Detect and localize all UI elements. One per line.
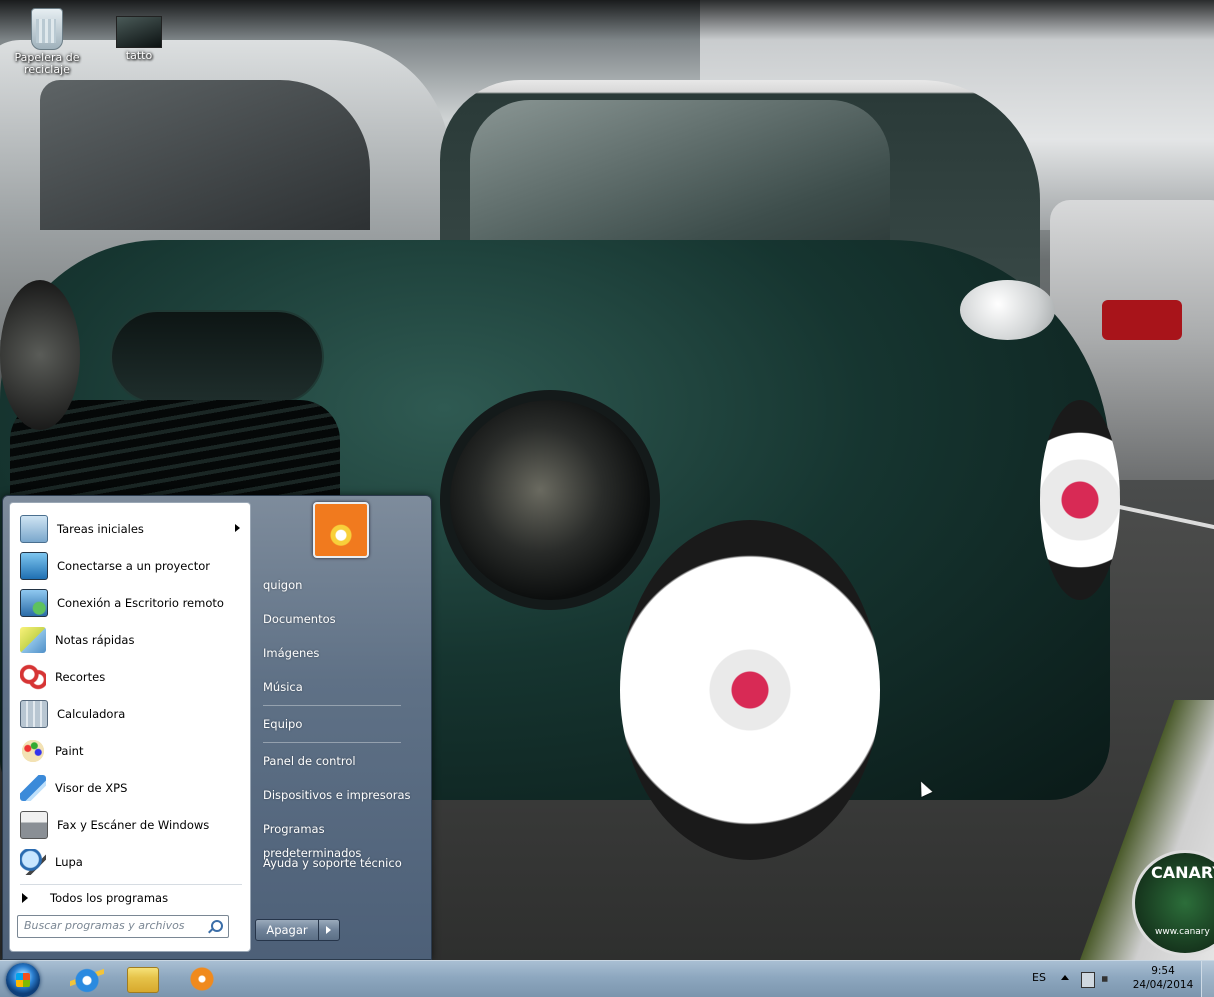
program-label: Tareas iniciales	[57, 522, 144, 536]
program-label: Paint	[55, 744, 84, 758]
fax-scanner-icon	[20, 811, 48, 839]
search-icon[interactable]	[211, 920, 223, 932]
image-file-icon	[116, 16, 162, 48]
program-item-calculadora[interactable]: Calculadora	[14, 697, 246, 731]
recycle-bin-icon	[31, 8, 63, 50]
volume-icon[interactable]	[1102, 972, 1114, 986]
all-programs-label: Todos los programas	[50, 891, 169, 905]
clock-date: 24/04/2014	[1132, 979, 1194, 991]
show-desktop-button[interactable]	[1201, 961, 1214, 997]
start-orb-icon[interactable]	[6, 963, 40, 997]
program-item-recortes[interactable]: Recortes	[14, 660, 246, 694]
remote-desktop-icon	[20, 589, 48, 617]
sticky-notes-icon	[20, 627, 46, 653]
program-item-visor-xps[interactable]: Visor de XPS	[14, 771, 246, 805]
program-label: Notas rápidas	[55, 633, 135, 647]
submenu-arrow-icon	[235, 524, 240, 532]
watermark-url: www.canary	[1155, 927, 1210, 937]
windows-explorer-icon[interactable]	[127, 967, 159, 993]
program-item-notas-rapidas[interactable]: Notas rápidas	[14, 623, 246, 657]
expand-arrow-icon	[22, 893, 28, 903]
program-label: Fax y Escáner de Windows	[57, 818, 210, 832]
program-label: Conexión a Escritorio remoto	[57, 596, 224, 610]
internet-explorer-icon[interactable]	[70, 964, 104, 994]
taskbar: ES 9:54 24/04/2014	[0, 960, 1214, 997]
network-icon[interactable]	[1081, 972, 1095, 988]
shutdown-button[interactable]: Apagar	[255, 919, 319, 941]
show-hidden-icons-icon[interactable]	[1061, 975, 1069, 980]
start-menu-programs-pane: Tareas iniciales Conectarse a un proyect…	[9, 502, 251, 952]
desktop-icon-label: tatto	[125, 49, 153, 62]
getting-started-icon	[20, 515, 48, 543]
right-item-imagenes[interactable]: Imágenes	[257, 641, 423, 665]
program-label: Lupa	[55, 855, 83, 869]
clock-time: 9:54	[1151, 965, 1175, 977]
divider	[263, 705, 401, 706]
program-item-fax-escaner[interactable]: Fax y Escáner de Windows	[14, 808, 246, 842]
right-item-panel-control[interactable]: Panel de control	[257, 749, 423, 773]
program-item-tareas-iniciales[interactable]: Tareas iniciales	[14, 512, 246, 546]
watermark-text: CANARY	[1151, 863, 1214, 882]
program-item-paint[interactable]: Paint	[14, 734, 246, 768]
right-item-dispositivos[interactable]: Dispositivos e impresoras	[257, 783, 423, 807]
calculator-icon	[20, 700, 48, 728]
media-player-icon[interactable]	[185, 964, 219, 994]
program-item-lupa[interactable]: Lupa	[14, 845, 246, 879]
search-input[interactable]	[18, 916, 204, 935]
divider	[263, 742, 401, 743]
wallpaper-rear-wheel	[1040, 400, 1120, 600]
program-label: Conectarse a un proyector	[57, 559, 210, 573]
right-item-musica[interactable]: Música	[257, 675, 423, 699]
magnifier-icon	[20, 849, 46, 875]
snipping-tool-icon	[20, 664, 46, 690]
xps-viewer-icon	[20, 775, 46, 801]
desktop-icon-label: Papelera de reciclaje	[14, 51, 80, 76]
divider	[20, 884, 242, 885]
program-item-proyector[interactable]: Conectarse a un proyector	[14, 549, 246, 583]
program-label: Recortes	[55, 670, 106, 684]
right-item-user[interactable]: quigon	[257, 573, 423, 597]
language-indicator[interactable]: ES	[1032, 971, 1046, 984]
search-box[interactable]	[17, 915, 229, 938]
wallpaper-front-wheel	[620, 520, 880, 860]
all-programs-button[interactable]: Todos los programas	[20, 887, 240, 909]
program-item-escritorio-remoto[interactable]: Conexión a Escritorio remoto	[14, 586, 246, 620]
desktop-icon-recycle-bin[interactable]: Papelera de reciclaje	[11, 4, 83, 76]
paint-icon	[20, 738, 46, 764]
user-picture[interactable]	[313, 502, 369, 558]
projector-icon	[20, 552, 48, 580]
right-item-equipo[interactable]: Equipo	[257, 712, 423, 736]
start-menu: Tareas iniciales Conectarse a un proyect…	[2, 495, 432, 960]
right-item-programas-predeterminados[interactable]: Programas predeterminados	[257, 817, 423, 860]
desktop-icon-tatto[interactable]: tatto	[103, 4, 175, 62]
right-item-documentos[interactable]: Documentos	[257, 607, 423, 631]
clock[interactable]: 9:54 24/04/2014	[1130, 964, 1196, 992]
right-item-ayuda[interactable]: Ayuda y soporte técnico	[257, 851, 423, 875]
shutdown-options-button[interactable]	[318, 919, 340, 941]
program-label: Calculadora	[57, 707, 126, 721]
program-label: Visor de XPS	[55, 781, 128, 795]
